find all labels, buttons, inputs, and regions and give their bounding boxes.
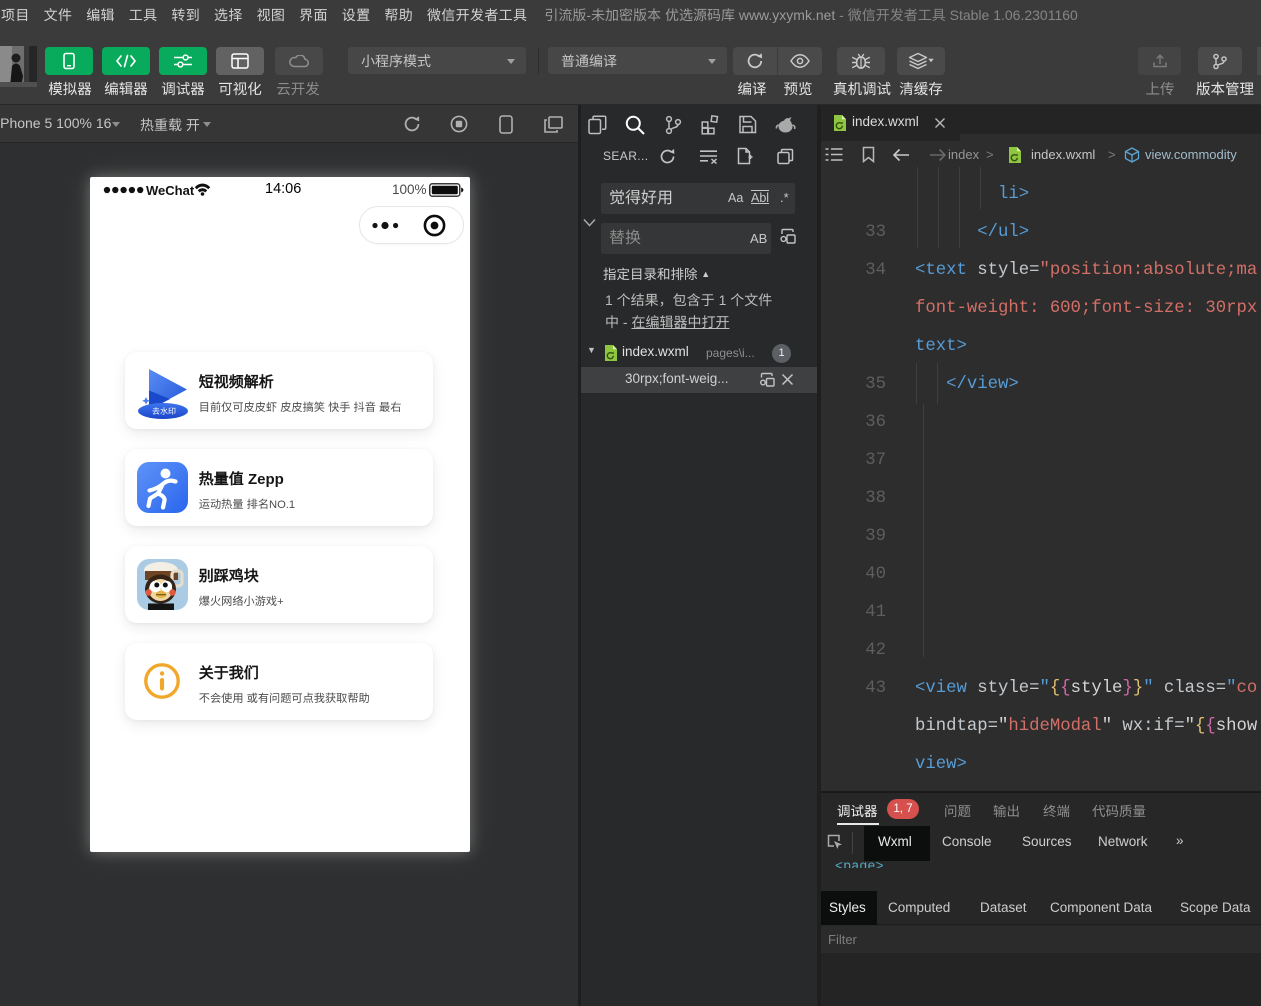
svg-text:去水印: 去水印 (152, 406, 176, 417)
